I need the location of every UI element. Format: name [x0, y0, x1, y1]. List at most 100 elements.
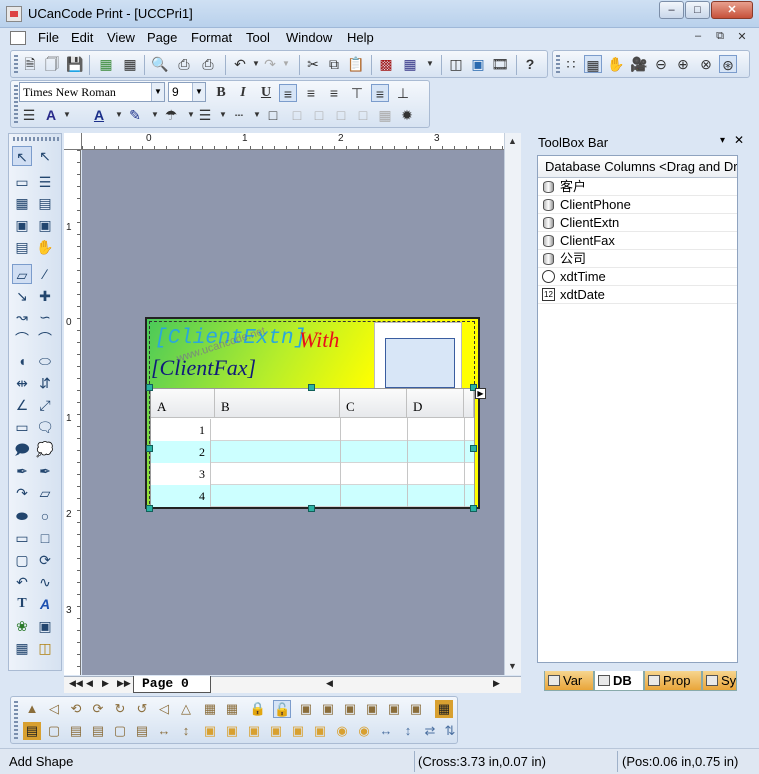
line-color-icon[interactable]: ✎ — [126, 106, 144, 124]
unlock-icon[interactable]: 🔓 — [273, 700, 291, 718]
tab-db[interactable]: DB — [594, 671, 644, 691]
shrink-h-icon[interactable]: ⇄ — [421, 722, 439, 740]
curve-icon[interactable]: ⌒ — [35, 329, 55, 349]
tab-prop[interactable]: Prop — [644, 671, 702, 691]
barcode-icon[interactable]: ☰ — [35, 172, 55, 192]
resize-handle[interactable] — [146, 445, 153, 452]
resize-handle[interactable] — [146, 505, 153, 512]
document-icon[interactable] — [10, 31, 26, 45]
ungroup-icon[interactable]: ▦ — [223, 700, 241, 718]
column-header[interactable] — [464, 389, 474, 418]
resize-handle[interactable] — [308, 384, 315, 391]
align-center-v-icon[interactable]: ▢ — [45, 722, 63, 740]
font-name-select[interactable]: Times New Roman ▼ — [19, 82, 165, 102]
scroll-down-icon[interactable]: ▼ — [508, 661, 517, 671]
zoom-out-icon[interactable]: ⊖ — [652, 55, 670, 73]
table-row[interactable]: 3 — [151, 463, 474, 485]
border-inner-icon[interactable]: ▦ — [376, 106, 394, 124]
mdi-minimize-button[interactable]: – — [690, 30, 706, 46]
shrink-v-icon[interactable]: ⇅ — [441, 722, 459, 740]
arc-icon[interactable]: ⌒ — [12, 329, 32, 349]
scroll-right-icon[interactable]: ▶ — [493, 678, 500, 689]
rotate-icon[interactable]: ⟲ — [67, 700, 85, 718]
last-page-icon[interactable]: ▶▶ — [117, 678, 131, 689]
select-arrow-icon[interactable]: ↖ — [12, 146, 32, 166]
image-insert-icon[interactable]: ▣ — [35, 616, 55, 636]
flip-icon[interactable]: ⟳ — [89, 700, 107, 718]
tab-sys[interactable]: Sys — [702, 671, 737, 691]
table-row[interactable]: 1 — [151, 419, 474, 441]
mirror-icon[interactable]: ◉ — [333, 722, 351, 740]
menu-help[interactable]: Help — [347, 30, 374, 45]
chevron-down-icon[interactable]: ▼ — [58, 106, 76, 124]
next-page-icon[interactable]: ▶ — [102, 678, 109, 689]
menu-format[interactable]: Format — [191, 30, 232, 45]
ellipse-icon[interactable]: ⬬ — [12, 506, 32, 526]
move-back-icon[interactable]: ▣ — [407, 700, 425, 718]
tab-var[interactable]: Var — [544, 671, 594, 691]
chart-icon[interactable]: ▤ — [12, 237, 32, 257]
menu-window[interactable]: Window — [286, 30, 332, 45]
move-front-icon[interactable]: ▣ — [385, 700, 403, 718]
zoom-fit-icon[interactable]: ⊗ — [697, 55, 715, 73]
printer-setup-icon[interactable]: ⎙ — [199, 55, 217, 73]
arrow-line-icon[interactable]: ↘ — [12, 286, 32, 306]
close-button[interactable]: ✕ — [711, 1, 753, 19]
line-width-icon[interactable]: ☰ — [196, 106, 214, 124]
rounded-rect-icon[interactable]: ▢ — [12, 550, 32, 570]
lock-icon[interactable]: 🔒 — [249, 700, 267, 718]
text-tool-icon[interactable]: T — [12, 594, 32, 614]
table-icon[interactable]: ▦ — [121, 55, 139, 73]
same-height-icon[interactable]: ↕ — [177, 722, 195, 740]
mdi-restore-button[interactable]: ⧉ — [712, 30, 728, 46]
line-style-icon[interactable]: ┄ — [230, 106, 248, 124]
space-across-icon[interactable]: ▣ — [267, 722, 285, 740]
angle-icon[interactable]: ∠ — [12, 395, 32, 415]
expand-v-icon[interactable]: ↕ — [399, 722, 417, 740]
minimize-button[interactable]: – — [659, 1, 684, 19]
marker-icon[interactable]: ✒ — [35, 461, 55, 481]
same-width-icon[interactable]: ↔ — [155, 722, 173, 740]
align-right-edges-icon[interactable]: ▤ — [67, 722, 85, 740]
send-back-icon[interactable]: ▣ — [319, 700, 337, 718]
align-top-edges-icon[interactable]: ▤ — [89, 722, 107, 740]
send-backward-icon[interactable]: ▣ — [363, 700, 381, 718]
rotate-shape-icon[interactable]: ◉ — [355, 722, 373, 740]
add-point-icon[interactable]: ↖ — [35, 146, 55, 166]
text-color-icon[interactable]: A — [90, 106, 108, 124]
border-bottom-icon[interactable]: □ — [354, 106, 372, 124]
list-item[interactable]: 客户 — [538, 178, 737, 196]
toolbar-grip[interactable] — [14, 55, 18, 73]
border-top-icon[interactable]: □ — [310, 106, 328, 124]
art-text-icon[interactable]: A — [35, 594, 55, 614]
dots-grid-icon[interactable]: ∷ — [562, 55, 580, 73]
chevron-down-icon[interactable]: ▼ — [192, 83, 205, 101]
border-left-icon[interactable]: □ — [288, 106, 306, 124]
paste-icon[interactable]: 📋 — [347, 55, 365, 73]
center-v-icon[interactable]: ▣ — [245, 722, 263, 740]
shape-ungroup-icon[interactable]: ◁ — [45, 700, 63, 718]
export-icon[interactable]: ◫ — [447, 55, 465, 73]
shape-group-icon[interactable]: ▲ — [23, 700, 41, 718]
expand-h-icon[interactable]: ↔ — [377, 722, 395, 740]
table-grid-icon[interactable]: ▦ — [401, 55, 419, 73]
image-icon[interactable]: ▣ — [469, 55, 487, 73]
columns-icon[interactable]: ◫ — [35, 638, 55, 658]
save-icon[interactable]: 💾 — [66, 55, 84, 73]
group-icon[interactable]: ▦ — [201, 700, 219, 718]
line-tool-icon[interactable]: ∕ — [35, 264, 55, 284]
pin-icon[interactable]: ▾ — [720, 135, 725, 146]
polygon-tool-icon[interactable]: ▱ — [12, 264, 32, 284]
underline-button[interactable]: U — [257, 84, 275, 102]
italic-button[interactable]: I — [234, 84, 252, 102]
copy-icon[interactable]: ⧉ — [325, 55, 343, 73]
grid-color-icon[interactable]: ▩ — [377, 55, 395, 73]
callout-icon[interactable]: 🗨 — [35, 417, 55, 437]
freehand-icon[interactable]: ∽ — [35, 307, 55, 327]
flip-vertical-icon[interactable]: △ — [177, 700, 195, 718]
prev-page-icon[interactable]: ◀ — [86, 678, 93, 689]
list-item[interactable]: xdtTime — [538, 268, 737, 286]
expand-arrow-icon[interactable]: ▶ — [475, 388, 486, 399]
zoom-in-icon[interactable]: ⊕ — [674, 55, 692, 73]
table-row[interactable]: 2 — [151, 441, 474, 463]
